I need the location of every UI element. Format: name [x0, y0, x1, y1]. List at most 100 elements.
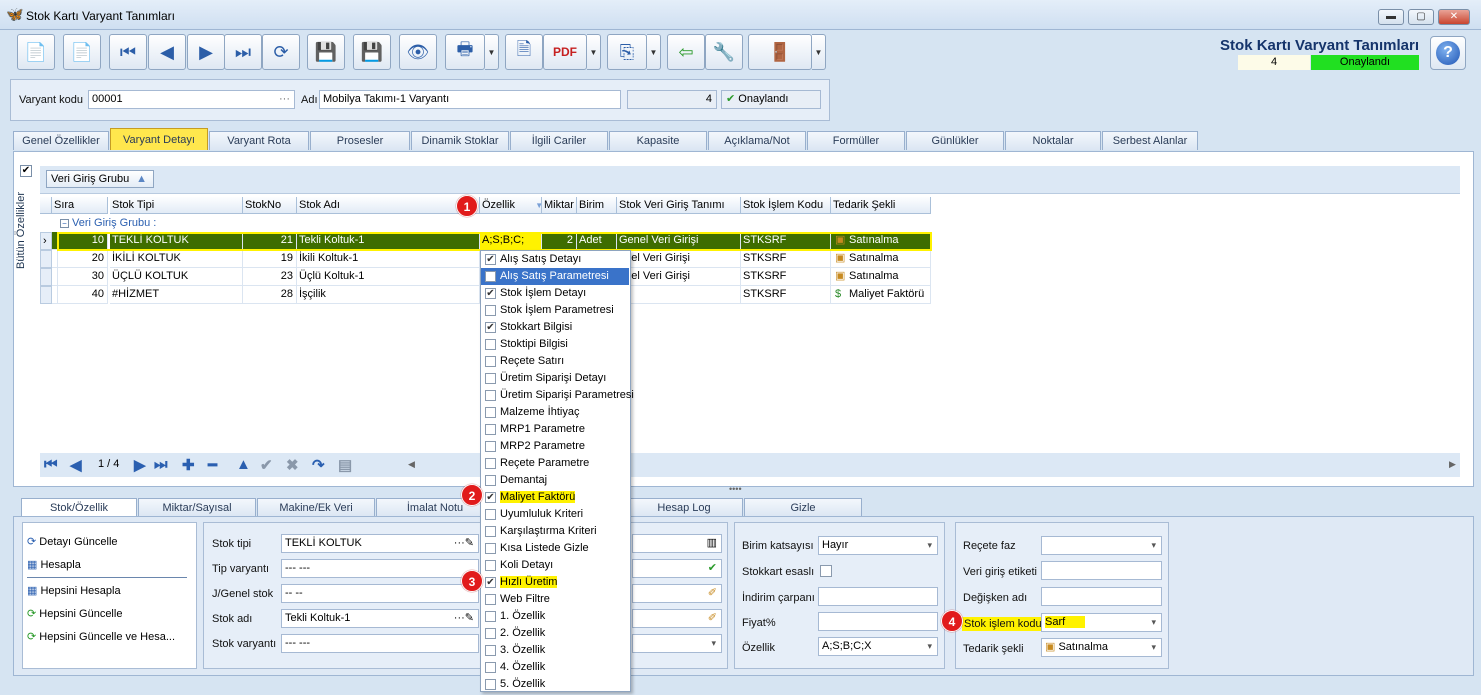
dropdown-checkbox[interactable] — [485, 305, 496, 316]
dropdown-item[interactable]: Üretim Siparişi Detayı — [481, 370, 629, 387]
dropdown-item[interactable]: Demantaj — [481, 472, 629, 489]
exit-dropdown[interactable]: ▼ — [812, 34, 826, 70]
scroll-left-icon[interactable]: ◀ — [408, 459, 415, 470]
dropdown-checkbox[interactable] — [485, 475, 496, 486]
maximize-button[interactable]: ▢ — [1408, 9, 1434, 25]
entry-tag-field[interactable] — [1041, 561, 1162, 580]
dropdown-checkbox[interactable]: ✔ — [485, 492, 496, 503]
dropdown-checkbox[interactable]: ✔ — [485, 322, 496, 333]
dropdown-item[interactable]: Uyumluluk Kriteri — [481, 506, 629, 523]
dropdown-checkbox[interactable] — [485, 441, 496, 452]
nav-next-icon[interactable]: ▶ — [134, 456, 146, 474]
dropdown-item[interactable]: Stoktipi Bilgisi — [481, 336, 629, 353]
print-dropdown[interactable]: ▼ — [485, 34, 499, 70]
document-button[interactable]: 🗎 — [505, 34, 543, 70]
new-record-button[interactable]: 📄 — [17, 34, 55, 70]
dropdown-item[interactable]: Kısa Listede Gizle — [481, 540, 629, 557]
calculate-action[interactable]: ▦ Hesapla — [27, 558, 81, 571]
supply-type-select[interactable]: ▣ Satınalma — [1041, 638, 1162, 657]
dropdown-checkbox[interactable] — [485, 560, 496, 571]
column-header[interactable]: Sıra — [52, 197, 108, 214]
last-record-button[interactable]: ⏭ — [224, 34, 262, 70]
dropdown-item[interactable]: 3. Özellik — [481, 642, 629, 659]
minimize-button[interactable]: ▬ — [1378, 9, 1404, 25]
dropdown-checkbox[interactable] — [485, 594, 496, 605]
dropdown-item[interactable]: 5. Özellik — [481, 676, 629, 693]
variable-name-field[interactable] — [1041, 587, 1162, 606]
bottom-tab-1[interactable]: Miktar/Sayısal — [138, 498, 256, 517]
dropdown-item[interactable]: ✔ Stok İşlem Detayı — [481, 285, 629, 302]
dropdown-item[interactable]: 4. Özellik — [481, 659, 629, 676]
column-header[interactable]: Stok Tipi — [110, 197, 243, 214]
dropdown-checkbox[interactable] — [485, 645, 496, 656]
price-percent-field[interactable] — [818, 612, 938, 631]
nav-prev-icon[interactable]: ◀ — [70, 456, 82, 474]
scroll-right-icon[interactable]: ▶ — [1449, 459, 1456, 470]
delete-record-button[interactable]: 📄 — [63, 34, 101, 70]
tab-9[interactable]: Günlükler — [906, 131, 1004, 150]
table-cell[interactable]: A;S;B;C; — [480, 232, 542, 250]
tab-3[interactable]: Prosesler — [310, 131, 410, 150]
first-record-button[interactable]: ⏮ — [109, 34, 147, 70]
tab-5[interactable]: İlgili Cariler — [510, 131, 608, 150]
next-record-button[interactable]: ▶ — [187, 34, 225, 70]
nav-last-icon[interactable]: ⏭ — [154, 456, 168, 473]
filter-icon[interactable]: ▼ — [533, 201, 541, 210]
dropdown-item[interactable]: Reçete Parametre — [481, 455, 629, 472]
unit-factor-select[interactable]: Hayır — [818, 536, 938, 555]
recipe-phase-select[interactable] — [1041, 536, 1162, 555]
collapse-icon[interactable]: − — [60, 219, 69, 228]
bottom-tab-4[interactable]: Hesap Log — [625, 498, 743, 517]
tab-2[interactable]: Varyant Rota — [209, 131, 309, 150]
dropdown-item[interactable]: Malzeme İhtiyaç — [481, 404, 629, 421]
nav-cancel-icon[interactable]: ✖ — [286, 456, 299, 474]
dropdown-checkbox[interactable]: ✔ — [485, 254, 496, 265]
bottom-tab-5[interactable]: Gizle — [744, 498, 862, 517]
previous-record-button[interactable]: ◀ — [148, 34, 186, 70]
dropdown-checkbox[interactable] — [485, 662, 496, 673]
save-button[interactable]: 💾 — [307, 34, 345, 70]
dropdown-checkbox[interactable] — [485, 611, 496, 622]
right-field-4[interactable]: ✐ — [632, 609, 722, 628]
name-field[interactable]: Mobilya Takımı-1 Varyantı — [319, 90, 621, 109]
copy-dropdown[interactable]: ▼ — [647, 34, 661, 70]
right-field-3[interactable]: ✐ — [632, 584, 722, 603]
nav-first-icon[interactable]: ⏮ — [44, 456, 58, 473]
dropdown-checkbox[interactable] — [485, 628, 496, 639]
copy-button[interactable]: ⎘ — [607, 34, 647, 70]
dropdown-checkbox[interactable] — [485, 356, 496, 367]
export-pdf-button[interactable]: PDF — [543, 34, 587, 70]
feature-select[interactable]: A;S;B;C;X — [818, 637, 938, 656]
dropdown-item[interactable]: MRP1 Parametre — [481, 421, 629, 438]
column-header[interactable]: Stok Adı — [297, 197, 480, 214]
all-features-checkbox[interactable]: ✔ — [20, 165, 32, 177]
general-stock-field[interactable]: -- -- — [281, 584, 479, 603]
dropdown-item[interactable]: 1. Özellik — [481, 608, 629, 625]
tab-8[interactable]: Formüller — [807, 131, 905, 150]
dropdown-item[interactable]: ✔ Alış Satış Detayı — [481, 251, 629, 268]
export-dropdown[interactable]: ▼ — [587, 34, 601, 70]
preview-button[interactable]: 👁 — [399, 34, 437, 70]
group-by-button[interactable]: Veri Giriş Grubu ▲ — [46, 170, 154, 188]
dropdown-item[interactable]: ✔ Hızlı Üretim — [481, 574, 629, 591]
help-button[interactable]: ? — [1430, 36, 1466, 70]
dropdown-checkbox[interactable] — [485, 543, 496, 554]
tab-11[interactable]: Serbest Alanlar — [1102, 131, 1198, 150]
dropdown-checkbox[interactable] — [485, 424, 496, 435]
column-header[interactable]: Stok Veri Giriş Tanımı — [617, 197, 741, 214]
update-calc-all-action[interactable]: ⟳ Hepsini Güncelle ve Hesa... — [27, 630, 175, 643]
dropdown-checkbox[interactable] — [485, 271, 496, 282]
stock-name-field[interactable]: Tekli Koltuk-1 ···✎ — [281, 609, 479, 628]
nav-confirm-icon[interactable]: ✔ — [260, 456, 273, 474]
dropdown-checkbox[interactable] — [485, 526, 496, 537]
dropdown-checkbox[interactable]: ✔ — [485, 577, 496, 588]
type-variant-field[interactable]: --- --- — [281, 559, 479, 578]
row-indicator[interactable] — [40, 268, 52, 286]
nav-remove-icon[interactable]: ━ — [208, 456, 217, 474]
dropdown-item[interactable]: Reçete Satırı — [481, 353, 629, 370]
dropdown-item[interactable]: Alış Satış Parametresi — [481, 268, 629, 285]
row-indicator[interactable]: › — [40, 232, 52, 250]
column-header[interactable]: StokNo — [243, 197, 297, 214]
tab-1[interactable]: Varyant Detayı — [110, 128, 208, 150]
column-header[interactable]: Stok İşlem Kodu — [741, 197, 831, 214]
